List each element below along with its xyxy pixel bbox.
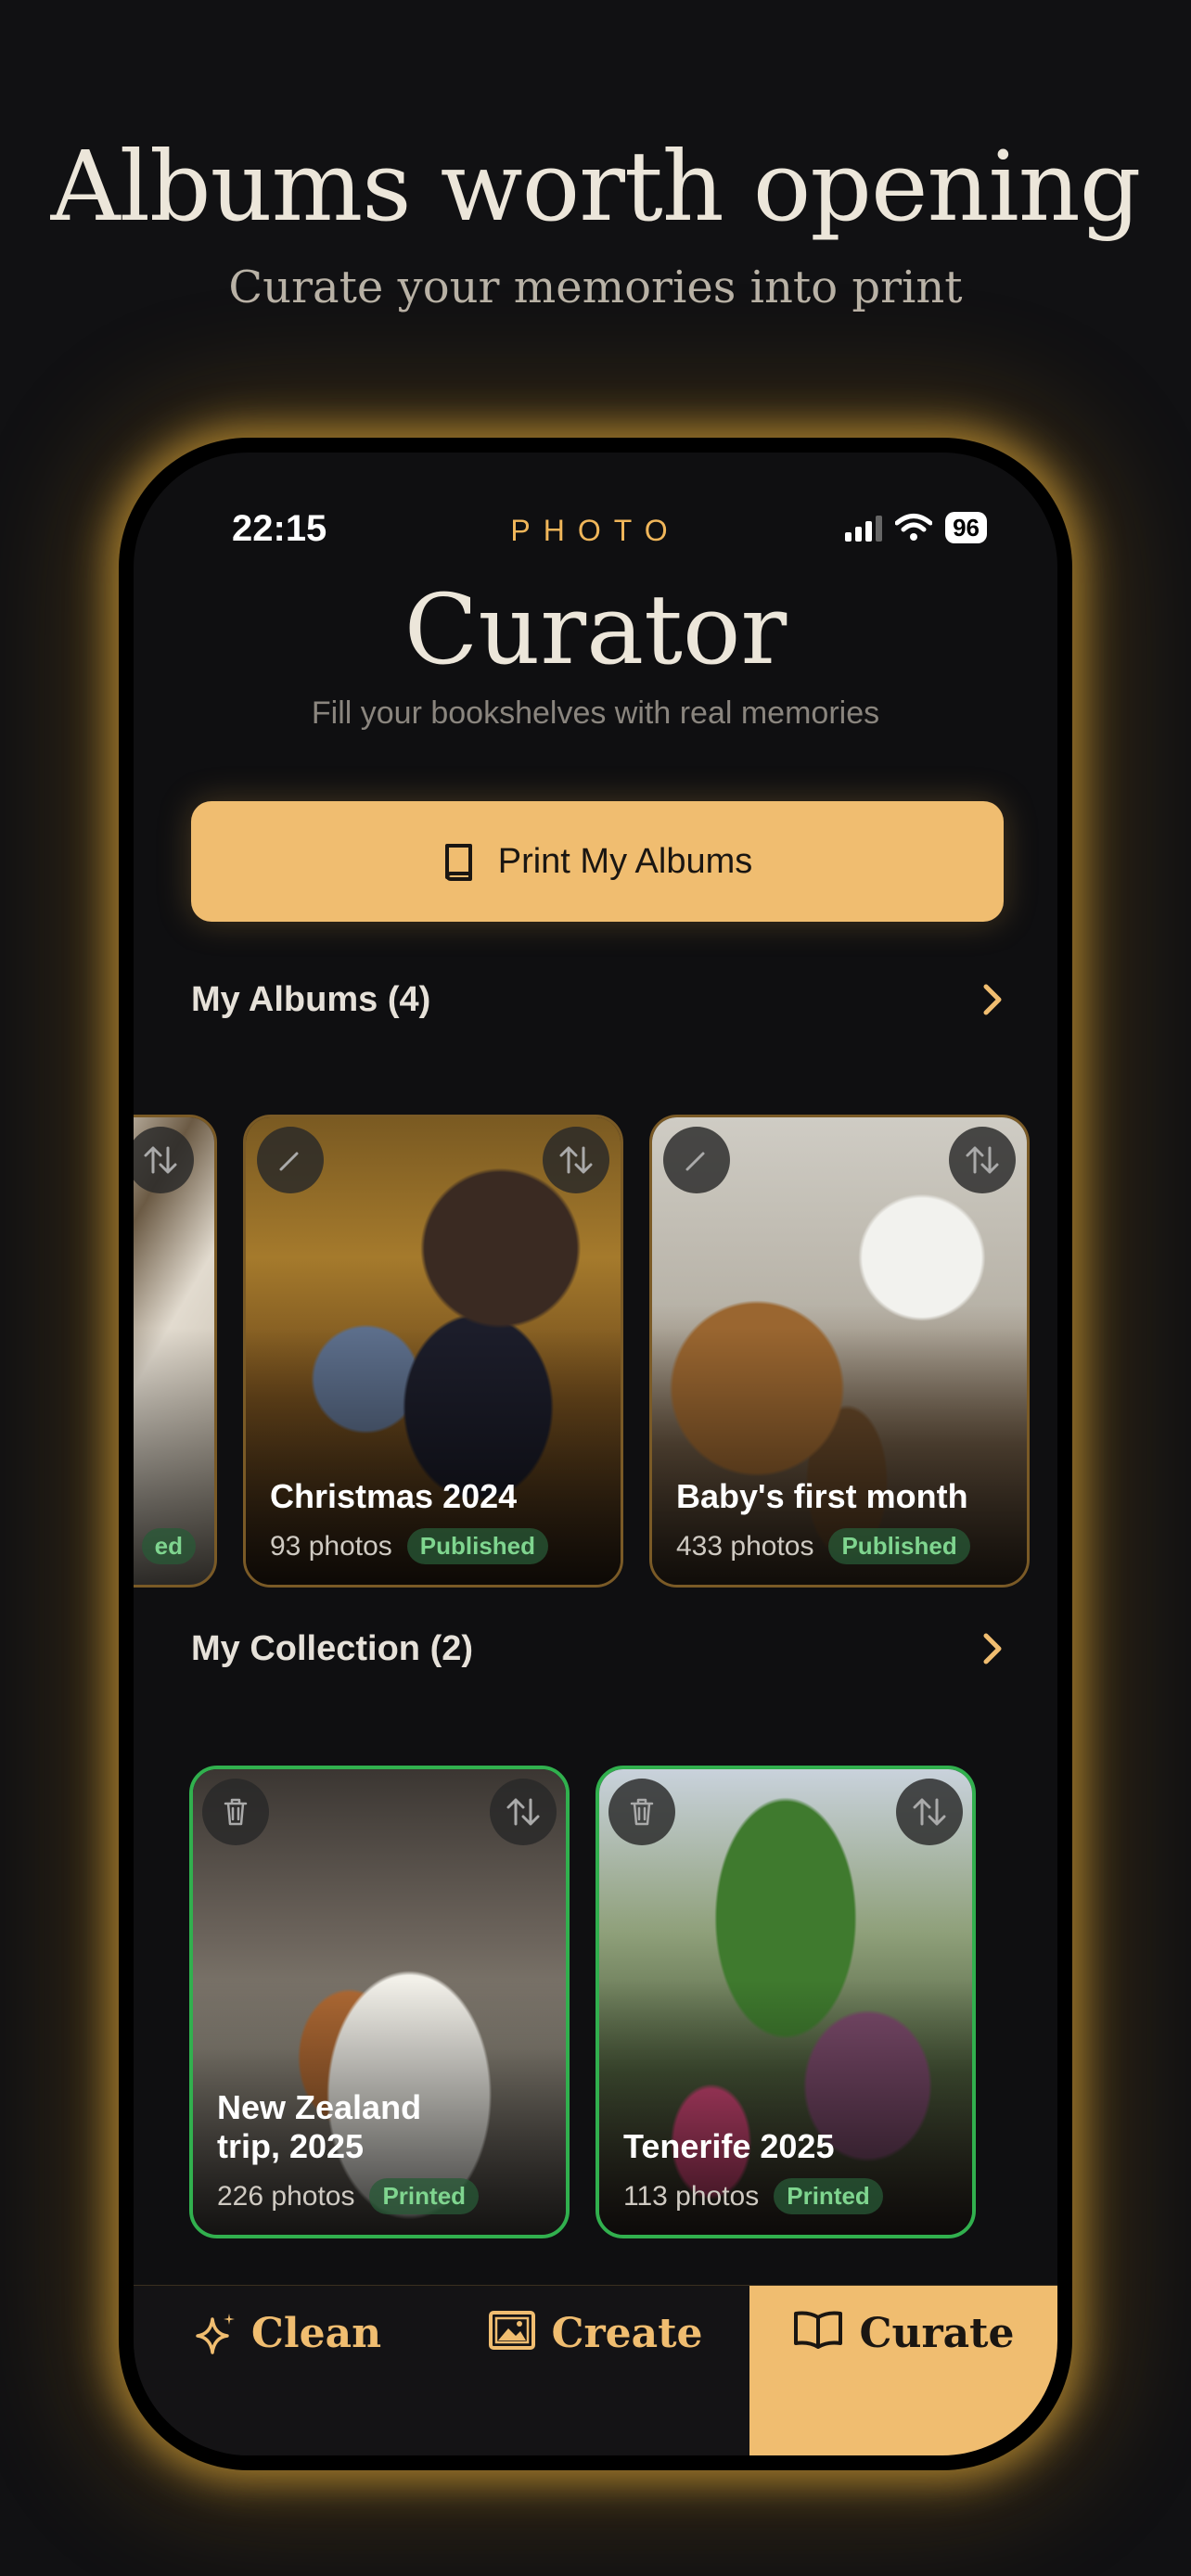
wifi-icon: [895, 514, 933, 541]
status-badge: Published: [828, 1528, 970, 1564]
album-card-christmas[interactable]: Christmas 2024 93 photos Published: [243, 1115, 623, 1588]
print-albums-button[interactable]: Print My Albums: [191, 801, 1004, 922]
album-meta: ed: [141, 1528, 196, 1564]
reorder-icon[interactable]: [490, 1779, 557, 1845]
album-title: Christmas 2024: [270, 1477, 518, 1515]
photo-count: 93 photos: [270, 1530, 392, 1562]
album-card[interactable]: ed: [134, 1115, 217, 1588]
app-subtitle: Fill your bookshelves with real memories: [311, 695, 880, 731]
collection-title: New Zealand trip, 2025: [217, 2088, 422, 2165]
collection-meta: 113 photos Printed: [623, 2178, 883, 2214]
tab-bar: Clean Create Curate: [134, 2285, 1057, 2455]
tab-curate[interactable]: Curate: [749, 2286, 1057, 2455]
album-meta: 433 photos Published: [676, 1528, 970, 1564]
photo-count: 113 photos: [623, 2180, 760, 2212]
tab-label: Curate: [859, 2310, 1015, 2357]
print-albums-label: Print My Albums: [497, 841, 753, 881]
app-title: Curator: [403, 573, 788, 686]
photo-count: 226 photos: [217, 2180, 355, 2212]
collection-section-label: My Collection (2): [191, 1628, 474, 1668]
collection-title: Tenerife 2025: [623, 2127, 835, 2165]
battery-indicator: 96: [945, 512, 987, 543]
status-badge: Published: [406, 1528, 549, 1564]
status-icons: 96: [845, 512, 987, 543]
tab-label: Clean: [250, 2310, 382, 2357]
edit-icon[interactable]: [257, 1127, 324, 1193]
sparkle-icon: [196, 2314, 235, 2354]
photo-count: 433 photos: [676, 1530, 814, 1562]
status-badge: Printed: [369, 2178, 480, 2214]
collection-section-header[interactable]: My Collection (2): [191, 1621, 1004, 1677]
tab-clean[interactable]: Clean: [134, 2286, 442, 2455]
trash-icon[interactable]: [608, 1779, 675, 1845]
chevron-right-icon[interactable]: [981, 1632, 1004, 1665]
reorder-icon[interactable]: [543, 1127, 609, 1193]
collection-card-tenerife[interactable]: Tenerife 2025 113 photos Printed: [596, 1766, 976, 2238]
phone-screen: 22:15 PHOTO 96 Curator Fill your bookshe…: [134, 453, 1057, 2455]
reorder-icon[interactable]: [896, 1779, 963, 1845]
albums-section-label: My Albums (4): [191, 979, 431, 1019]
status-badge: Printed: [774, 2178, 883, 2214]
phone-frame: 22:15 PHOTO 96 Curator Fill your bookshe…: [119, 438, 1072, 2470]
chevron-right-icon[interactable]: [981, 983, 1004, 1016]
hero-title: Albums worth opening: [50, 130, 1142, 243]
hero-subtitle: Curate your memories into print: [228, 261, 963, 313]
collection-meta: 226 photos Printed: [217, 2178, 480, 2214]
album-card-baby[interactable]: Baby's first month 433 photos Published: [649, 1115, 1030, 1588]
edit-icon[interactable]: [663, 1127, 730, 1193]
tab-label: Create: [551, 2310, 703, 2357]
status-bar: 22:15 PHOTO 96: [134, 508, 1057, 564]
book-icon: [444, 844, 472, 881]
trash-icon[interactable]: [202, 1779, 269, 1845]
albums-section-header[interactable]: My Albums (4): [191, 972, 1004, 1027]
reorder-icon[interactable]: [949, 1127, 1016, 1193]
album-meta: 93 photos Published: [270, 1528, 549, 1564]
tab-create[interactable]: Create: [442, 2286, 749, 2455]
collection-card-new-zealand[interactable]: New Zealand trip, 2025 226 photos Printe…: [189, 1766, 570, 2238]
signal-icon: [845, 514, 883, 542]
image-icon: [489, 2311, 536, 2350]
open-book-icon: [794, 2311, 843, 2349]
album-title: Baby's first month: [676, 1477, 968, 1515]
status-badge: ed: [141, 1528, 196, 1564]
